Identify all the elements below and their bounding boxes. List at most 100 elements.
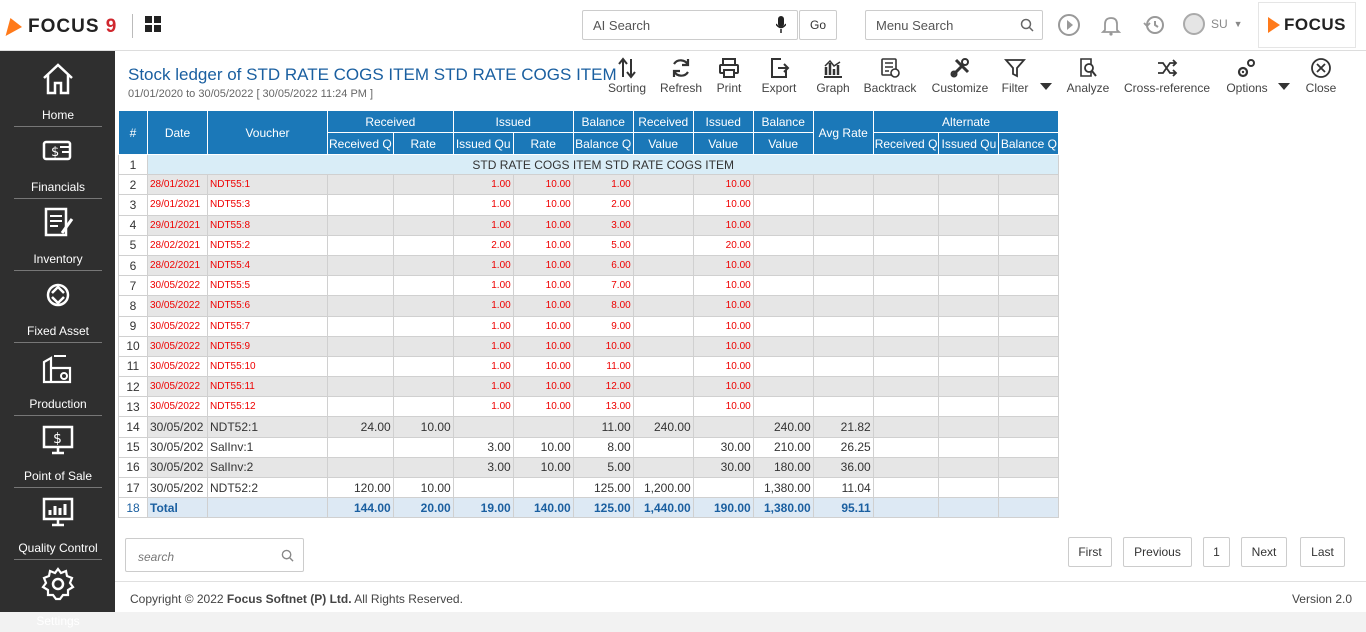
analyze-label: Analyze xyxy=(1066,81,1110,95)
col-voucher-header[interactable]: Voucher xyxy=(207,110,328,155)
table-cell xyxy=(632,295,694,317)
history-icon[interactable] xyxy=(1142,13,1166,37)
subheader-cell[interactable]: Value xyxy=(752,132,814,155)
table-row[interactable]: 11 30/05/2022 NDT55:10 1.00 10.00 11.00 10.00 xyxy=(118,355,1060,378)
table-row[interactable]: 14 30/05/202 NDT52:1 24.00 10.00 11.00 240.00 2… xyxy=(118,416,1060,438)
table-row[interactable]: 10 30/05/2022 NDT55:9 1.00 10.00 10.00 10.00 xyxy=(118,335,1060,357)
sidebar-item-production[interactable]: Production xyxy=(14,344,102,416)
table-row[interactable]: 13 30/05/2022 NDT55:12 1.00 10.00 13.00 10.00 xyxy=(118,396,1060,418)
options-button[interactable]: Options xyxy=(1223,55,1271,99)
table-cell: 140.00 xyxy=(512,497,574,519)
subheader-cell[interactable]: Rate xyxy=(512,132,574,155)
sorting-button[interactable]: Sorting xyxy=(605,55,649,99)
col-num-header[interactable]: # xyxy=(118,110,148,155)
sidebar-item-settings[interactable]: Settings xyxy=(14,560,102,632)
subheader-cell[interactable]: Issued Qu xyxy=(452,132,514,155)
table-row[interactable]: 16 30/05/202 SalInv:2 3.00 10.00 5.00 30.00 180… xyxy=(118,456,1060,479)
table-cell xyxy=(512,416,574,438)
last-page-button[interactable]: Last xyxy=(1300,537,1345,567)
filter-button[interactable]: Filter xyxy=(999,55,1031,99)
row-number: 11 xyxy=(118,355,148,378)
group-row[interactable]: 1 STD RATE COGS ITEM STD RATE COGS ITEM xyxy=(118,153,1060,176)
subheader-cell[interactable]: Value xyxy=(632,132,694,155)
table-cell: NDT55:5 xyxy=(207,275,328,297)
table-row[interactable]: 2 28/01/2021 NDT55:1 1.00 10.00 1.00 10.00 xyxy=(118,174,1060,196)
analyze-button[interactable]: Analyze xyxy=(1065,55,1111,99)
col-date-header[interactable]: Date xyxy=(147,110,208,155)
customize-button[interactable]: Customize xyxy=(929,55,991,99)
graph-button[interactable]: Graph xyxy=(813,55,853,99)
next-page-button[interactable]: Next xyxy=(1241,537,1287,567)
table-row[interactable]: 5 28/02/2021 NDT55:2 2.00 10.00 5.00 20.00 xyxy=(118,234,1060,256)
go-button[interactable]: Go xyxy=(799,10,837,40)
table-row[interactable]: 15 30/05/202 SalInv:1 3.00 10.00 8.00 30.00 210… xyxy=(118,436,1060,458)
refresh-button[interactable]: Refresh xyxy=(658,55,704,99)
table-cell xyxy=(327,254,394,277)
subheader-cell[interactable]: Rate xyxy=(392,132,454,155)
export-button[interactable]: Export xyxy=(758,55,800,99)
table-row[interactable]: 8 30/05/2022 NDT55:6 1.00 10.00 8.00 10.00 xyxy=(118,295,1060,317)
gears-icon xyxy=(1237,59,1255,78)
user-menu[interactable]: SU ▼ xyxy=(1183,13,1243,35)
table-cell xyxy=(632,436,694,458)
brand-text: FOCUS xyxy=(1284,15,1346,34)
microphone-icon[interactable] xyxy=(776,16,786,34)
table-cell xyxy=(327,315,394,337)
cross-reference-button[interactable]: Cross-reference xyxy=(1121,55,1213,99)
table-row[interactable]: 3 29/01/2021 NDT55:3 1.00 10.00 2.00 10.00 xyxy=(118,194,1060,216)
table-row[interactable]: 6 28/02/2021 NDT55:4 1.00 10.00 6.00 10.00 xyxy=(118,254,1060,277)
table-row[interactable]: 4 29/01/2021 NDT55:8 1.00 10.00 3.00 10.00 xyxy=(118,214,1060,236)
table-cell xyxy=(327,376,394,398)
close-button[interactable]: Close xyxy=(1303,55,1339,99)
table-cell: 240.00 xyxy=(752,416,814,438)
logo-text: FOCUS xyxy=(28,16,100,37)
table-cell xyxy=(392,214,454,236)
table-cell: 1.00 xyxy=(452,295,514,317)
table-cell: 10.00 xyxy=(692,335,754,357)
current-page[interactable]: 1 xyxy=(1203,537,1230,567)
table-row[interactable]: 7 30/05/2022 NDT55:5 1.00 10.00 7.00 10.00 xyxy=(118,275,1060,297)
subheader-cell[interactable]: Balance Q xyxy=(572,132,634,155)
menu-search-input[interactable]: Menu Search xyxy=(865,10,1043,40)
table-cell xyxy=(327,396,394,418)
sidebar-item-financials[interactable]: $ Financials xyxy=(14,127,102,199)
group-label: STD RATE COGS ITEM STD RATE COGS ITEM xyxy=(146,153,1060,176)
subheader-cell[interactable]: Balance Q xyxy=(998,132,1060,155)
sidebar-item-inventory[interactable]: Inventory xyxy=(14,199,102,271)
apps-grid-icon[interactable] xyxy=(145,16,161,32)
subheader-cell[interactable]: Value xyxy=(692,132,754,155)
subheader-cell[interactable]: Received Q xyxy=(872,132,940,155)
col-avg-rate-header[interactable]: Avg Rate xyxy=(812,110,874,155)
filter-dropdown[interactable] xyxy=(1039,55,1053,99)
print-button[interactable]: Print xyxy=(713,55,745,99)
grid-search-input[interactable]: search xyxy=(125,538,304,572)
table-cell: 8.00 xyxy=(572,295,634,317)
table-row[interactable]: 12 30/05/2022 NDT55:11 1.00 10.00 12.00 10.00 xyxy=(118,376,1060,398)
table-cell: 1.00 xyxy=(452,396,514,418)
sidebar-item-home[interactable]: Home xyxy=(14,55,102,127)
table-cell: 10.00 xyxy=(692,254,754,277)
table-cell xyxy=(692,476,754,499)
table-cell: 30/05/2022 xyxy=(147,335,208,357)
table-row[interactable]: 17 30/05/202 NDT52:2 120.00 10.00 125.00 1,200… xyxy=(118,476,1060,499)
play-icon[interactable] xyxy=(1057,13,1081,37)
refresh-label: Refresh xyxy=(659,81,703,95)
subheader-cell[interactable]: Issued Qu xyxy=(938,132,1000,155)
bell-icon[interactable] xyxy=(1099,13,1123,37)
table-cell: 10.00 xyxy=(512,254,574,277)
table-row[interactable]: 9 30/05/2022 NDT55:7 1.00 10.00 9.00 10.00 xyxy=(118,315,1060,337)
previous-page-button[interactable]: Previous xyxy=(1123,537,1192,567)
table-cell xyxy=(392,275,454,297)
ai-search-input[interactable]: AI Search xyxy=(582,10,798,40)
table-cell xyxy=(998,295,1060,317)
first-page-button[interactable]: First xyxy=(1068,537,1112,567)
backtrack-button[interactable]: Backtrack xyxy=(861,55,919,99)
table-cell xyxy=(872,376,940,398)
focus9-logo[interactable]: FOCUS 9 xyxy=(5,12,117,42)
table-row[interactable]: 18 Total 144.00 20.00 19.00 140.00 125.00 1,440… xyxy=(118,497,1060,519)
sidebar-item-point-of-sale[interactable]: $ Point of Sale xyxy=(14,416,102,488)
subheader-cell[interactable]: Received Q xyxy=(327,132,394,155)
sidebar-item-fixed-asset[interactable]: Fixed Asset xyxy=(14,271,102,343)
options-dropdown[interactable] xyxy=(1277,55,1291,99)
sidebar-item-quality-control[interactable]: Quality Control xyxy=(14,488,102,560)
